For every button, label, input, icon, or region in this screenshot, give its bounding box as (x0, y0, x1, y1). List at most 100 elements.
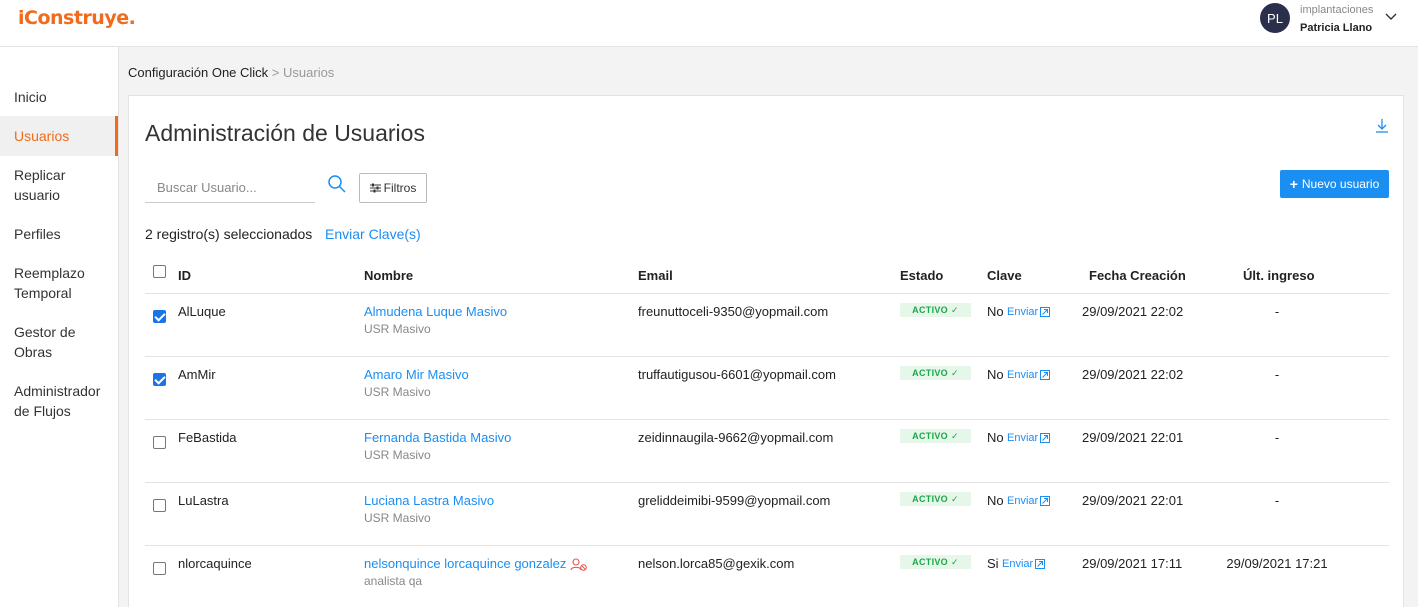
check-icon: ✓ (950, 493, 959, 504)
breadcrumb-current: Usuarios (283, 65, 335, 80)
check-icon: ✓ (950, 430, 959, 441)
download-icon[interactable] (1375, 118, 1389, 134)
send-key-label: Enviar (1007, 306, 1039, 318)
check-icon: ✓ (950, 367, 959, 378)
user-name-link[interactable]: Luciana Lastra Masivo (364, 493, 494, 508)
user-profile: USR Masivo (364, 511, 431, 525)
user-email: truffautigusou-6601@yopmail.com (638, 367, 836, 382)
row-checkbox[interactable] (153, 310, 166, 323)
created-date: 29/09/2021 22:02 (1082, 304, 1184, 319)
plus-icon: + (1289, 176, 1298, 192)
key-value: No (987, 304, 1004, 319)
filters-label: Filtros (383, 181, 417, 195)
table-row[interactable]: LuLastra Luciana Lastra Masivo USR Masiv… (145, 483, 1389, 546)
user-profile: USR Masivo (364, 385, 431, 399)
selected-text: registro(s) seleccionados (152, 226, 313, 242)
last-login: - (1274, 493, 1280, 508)
chevron-down-icon[interactable] (1384, 10, 1398, 24)
sidebar-item-reemplazo-temporal[interactable]: Reemplazo Temporal (0, 263, 100, 303)
sidebar-item-administrador-flujos[interactable]: Administrador de Flujos (0, 381, 115, 421)
check-icon: ✓ (950, 304, 959, 315)
send-key-label: Enviar (1007, 369, 1039, 381)
key-value: Si (987, 556, 999, 571)
created-date: 29/09/2021 22:01 (1082, 430, 1184, 445)
logo[interactable]: iConstruye. (18, 7, 136, 29)
row-checkbox[interactable] (153, 562, 166, 575)
user-x-icon[interactable] (570, 558, 587, 571)
user-email: zeidinnaugila-9662@yopmail.com (638, 430, 834, 445)
sidebar-item-inicio[interactable]: Inicio (0, 87, 118, 107)
send-key-link[interactable]: Enviar (1007, 306, 1051, 318)
send-key-label: Enviar (1007, 432, 1039, 444)
page-title: Administración de Usuarios (145, 120, 425, 146)
user-profile: USR Masivo (364, 322, 431, 336)
column-name[interactable]: Nombre (364, 268, 413, 283)
created-date: 29/09/2021 17:11 (1082, 556, 1183, 571)
row-checkbox[interactable] (153, 436, 166, 449)
send-key-link[interactable]: Enviar (1007, 369, 1051, 381)
column-status[interactable]: Estado (900, 268, 943, 283)
user-name-link[interactable]: nelsonquince lorcaquince gonzalez (364, 556, 566, 571)
external-link-icon (1040, 370, 1051, 380)
status-badge: ACTIVO ✓ (900, 429, 971, 443)
select-all-checkbox[interactable] (153, 265, 166, 278)
status-badge: ACTIVO ✓ (900, 303, 971, 317)
sliders-icon (369, 183, 381, 193)
status-badge: ACTIVO ✓ (900, 366, 971, 380)
sidebar-item-replicar-usuario[interactable]: Replicar usuario (0, 165, 95, 205)
user-name-link[interactable]: Amaro Mir Masivo (364, 367, 469, 382)
external-link-icon (1035, 559, 1046, 569)
search-input[interactable] (145, 172, 315, 203)
sidebar: Inicio Usuarios Replicar usuario Perfile… (0, 47, 119, 607)
user-name[interactable]: Patricia Llano (1300, 22, 1372, 34)
column-email[interactable]: Email (638, 268, 673, 283)
user-id: AmMir (178, 367, 216, 382)
status-label: ACTIVO (912, 305, 948, 315)
column-id[interactable]: ID (178, 268, 191, 283)
last-login: - (1274, 430, 1280, 445)
table-header: ID Nombre Email Estado Clave Fecha Creac… (145, 256, 1389, 294)
row-checkbox[interactable] (153, 499, 166, 512)
filters-button[interactable]: Filtros (359, 173, 427, 203)
user-profile: USR Masivo (364, 448, 431, 462)
send-key-link[interactable]: Enviar (1002, 558, 1046, 570)
column-last-login[interactable]: Últ. ingreso (1243, 268, 1315, 283)
top-bar: iConstruye. PL implantaciones Patricia L… (0, 0, 1418, 47)
created-date: 29/09/2021 22:02 (1082, 367, 1184, 382)
column-key[interactable]: Clave (987, 268, 1022, 283)
main-card: Administración de Usuarios Filtros + Nue… (128, 95, 1404, 607)
send-keys-link[interactable]: Enviar Clave(s) (325, 226, 421, 242)
avatar[interactable]: PL (1260, 3, 1290, 33)
table-row[interactable]: AmMir Amaro Mir Masivo USR Masivo truffa… (145, 357, 1389, 420)
sidebar-item-usuarios[interactable]: Usuarios (0, 116, 118, 156)
new-user-button[interactable]: + Nuevo usuario (1280, 170, 1389, 198)
sidebar-item-perfiles[interactable]: Perfiles (0, 224, 118, 244)
search-icon[interactable] (327, 174, 347, 194)
external-link-icon (1040, 433, 1051, 443)
user-email: nelson.lorca85@gexik.com (638, 556, 795, 571)
user-name-link[interactable]: Almudena Luque Masivo (364, 304, 507, 319)
table-row[interactable]: nlorcaquince nelsonquince lorcaquince go… (145, 546, 1389, 607)
send-key-label: Enviar (1007, 495, 1039, 507)
last-login: 29/09/2021 17:21 (1226, 556, 1328, 571)
status-label: ACTIVO (912, 557, 948, 567)
selected-count: 2 (145, 226, 153, 242)
send-key-link[interactable]: Enviar (1007, 495, 1051, 507)
breadcrumb-parent[interactable]: Configuración One Click (128, 65, 268, 80)
user-name-link[interactable]: Fernanda Bastida Masivo (364, 430, 511, 445)
column-created[interactable]: Fecha Creación (1089, 268, 1186, 283)
table-row[interactable]: AlLuque Almudena Luque Masivo USR Masivo… (145, 294, 1389, 357)
external-link-icon (1040, 307, 1051, 317)
user-id: FeBastida (178, 430, 237, 445)
key-value: No (987, 367, 1004, 382)
row-checkbox[interactable] (153, 373, 166, 386)
send-key-link[interactable]: Enviar (1007, 432, 1051, 444)
status-label: ACTIVO (912, 494, 948, 504)
created-date: 29/09/2021 22:01 (1082, 493, 1184, 508)
sidebar-item-gestor-obras[interactable]: Gestor de Obras (0, 322, 90, 362)
user-profile: analista qa (364, 574, 423, 588)
key-value: No (987, 493, 1004, 508)
table-row[interactable]: FeBastida Fernanda Bastida Masivo USR Ma… (145, 420, 1389, 483)
last-login: - (1274, 367, 1280, 382)
breadcrumb: Configuración One Click > Usuarios (128, 65, 334, 80)
